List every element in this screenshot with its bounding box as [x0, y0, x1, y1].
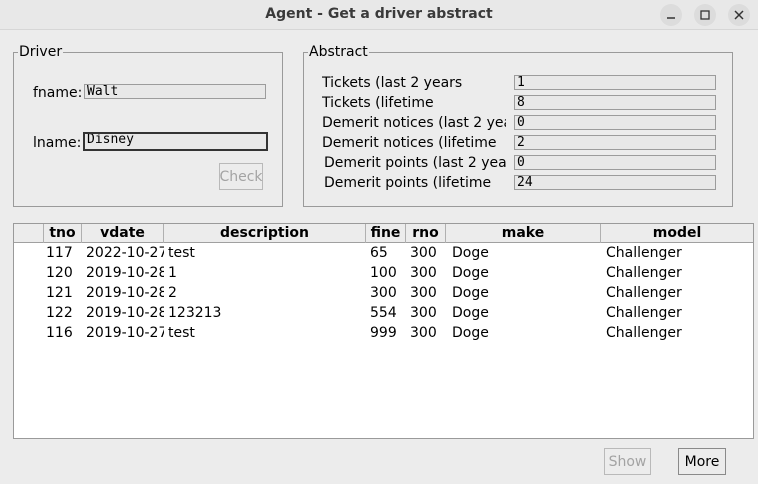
cell-tno: 116 — [46, 325, 73, 341]
cell-vdate: 2019-10-28 — [86, 305, 164, 321]
cell-rno: 300 — [410, 245, 437, 261]
title-bar: Agent - Get a driver abstract — [0, 0, 758, 30]
cell-vdate: 2022-10-27 — [86, 245, 164, 261]
notices-lifetime-label: Demerit notices (lifetime — [322, 135, 497, 151]
notices-2yr-field: 0 — [514, 115, 716, 130]
col-header-make[interactable]: make — [446, 224, 601, 243]
minimize-button[interactable] — [660, 4, 682, 26]
cell-model: Challenger — [606, 245, 682, 261]
col-header-vdate[interactable]: vdate — [82, 224, 164, 243]
table-row[interactable]: 122 2019-10-28 123213 554 300 Doge Chall… — [14, 303, 753, 323]
cell-make: Doge — [452, 305, 489, 321]
cell-rno: 300 — [410, 325, 437, 341]
cell-fine: 300 — [370, 285, 397, 301]
points-2yr-label: Demerit points (last 2 years — [324, 155, 506, 171]
col-header-index[interactable] — [14, 224, 44, 243]
tickets-table[interactable]: tno vdate description fine rno make mode… — [13, 223, 754, 439]
table-row[interactable]: 121 2019-10-28 2 300 300 Doge Challenger — [14, 283, 753, 303]
cell-fine: 100 — [370, 265, 397, 281]
table-header: tno vdate description fine rno make mode… — [14, 224, 753, 243]
cell-vdate: 2019-10-28 — [86, 285, 164, 301]
points-2yr-field: 0 — [514, 155, 716, 170]
cell-description: 123213 — [168, 305, 222, 321]
cell-model: Challenger — [606, 325, 682, 341]
window-title: Agent - Get a driver abstract — [265, 6, 493, 22]
cell-rno: 300 — [410, 265, 437, 281]
notices-lifetime-field: 2 — [514, 135, 716, 150]
cell-model: Challenger — [606, 305, 682, 321]
maximize-button[interactable] — [694, 4, 716, 26]
check-button[interactable]: Check — [219, 163, 263, 190]
cell-description: 1 — [168, 265, 177, 281]
show-button[interactable]: Show — [604, 448, 651, 475]
col-header-tno[interactable]: tno — [44, 224, 82, 243]
col-header-model[interactable]: model — [601, 224, 753, 243]
tickets-lifetime-label: Tickets (lifetime — [322, 95, 434, 111]
abstract-legend: Abstract — [309, 44, 368, 60]
cell-fine: 554 — [370, 305, 397, 321]
col-header-description[interactable]: description — [164, 224, 366, 243]
cell-tno: 121 — [46, 285, 73, 301]
cell-make: Doge — [452, 245, 489, 261]
cell-make: Doge — [452, 285, 489, 301]
cell-description: 2 — [168, 285, 177, 301]
cell-make: Doge — [452, 325, 489, 341]
table-row[interactable]: 117 2022-10-27 test 65 300 Doge Challeng… — [14, 243, 753, 263]
minimize-icon — [667, 17, 675, 19]
cell-description: test — [168, 245, 195, 261]
lname-field[interactable]: Disney — [83, 132, 268, 151]
cell-vdate: 2019-10-28 — [86, 265, 164, 281]
col-header-rno[interactable]: rno — [406, 224, 446, 243]
tickets-2yr-field: 1 — [514, 75, 716, 90]
tickets-lifetime-field: 8 — [514, 95, 716, 110]
fname-label: fname: — [33, 85, 83, 101]
table-row[interactable]: 120 2019-10-28 1 100 300 Doge Challenger — [14, 263, 753, 283]
cell-tno: 117 — [46, 245, 73, 261]
points-lifetime-label: Demerit points (lifetime — [324, 175, 492, 191]
cell-model: Challenger — [606, 265, 682, 281]
cell-vdate: 2019-10-27 — [86, 325, 164, 341]
cell-make: Doge — [452, 265, 489, 281]
close-icon — [734, 10, 744, 20]
cell-model: Challenger — [606, 285, 682, 301]
more-button[interactable]: More — [678, 448, 726, 475]
table-row[interactable]: 116 2019-10-27 test 999 300 Doge Challen… — [14, 323, 753, 343]
notices-2yr-label: Demerit notices (last 2 years — [322, 115, 506, 131]
cell-tno: 120 — [46, 265, 73, 281]
cell-tno: 122 — [46, 305, 73, 321]
lname-label: lname: — [33, 135, 82, 151]
maximize-icon — [700, 10, 710, 20]
col-header-fine[interactable]: fine — [366, 224, 406, 243]
cell-fine: 65 — [370, 245, 388, 261]
cell-rno: 300 — [410, 285, 437, 301]
driver-legend: Driver — [19, 44, 63, 60]
close-button[interactable] — [728, 4, 750, 26]
tickets-2yr-label: Tickets (last 2 years — [322, 75, 463, 91]
cell-description: test — [168, 325, 195, 341]
points-lifetime-field: 24 — [514, 175, 716, 190]
cell-fine: 999 — [370, 325, 397, 341]
cell-rno: 300 — [410, 305, 437, 321]
fname-field[interactable]: Walt — [84, 84, 266, 99]
